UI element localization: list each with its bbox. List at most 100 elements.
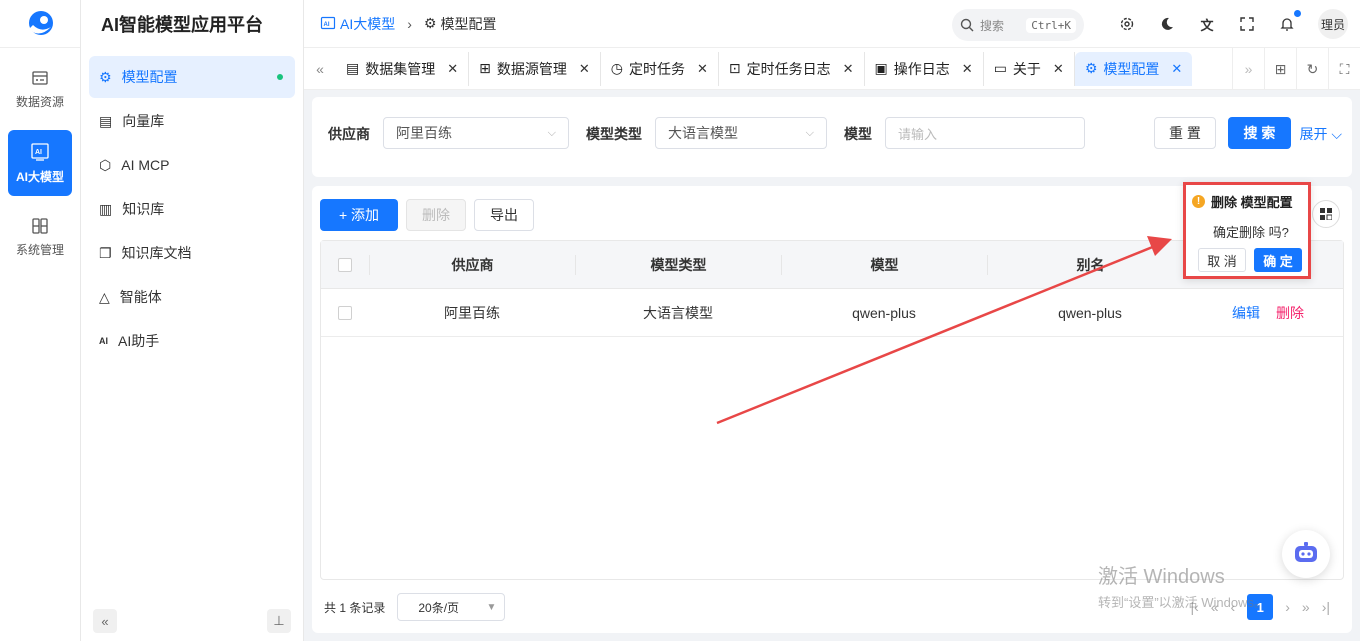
reset-button[interactable]: 重 置 <box>1154 117 1216 149</box>
notification-badge <box>1294 10 1301 17</box>
sidebar-item-label: 向量库 <box>122 113 165 129</box>
close-icon[interactable]: ✕ <box>962 61 973 77</box>
tab-scheduled-task[interactable]: ◷ 定时任务 ✕ <box>601 51 719 86</box>
sidebar-item-assistant[interactable]: AI AI助手 <box>89 320 295 362</box>
last-page-icon[interactable]: ›| <box>1322 599 1330 615</box>
popover-message: 确定删除 吗? <box>1213 225 1289 240</box>
search-button[interactable]: 搜 索 <box>1228 117 1291 149</box>
close-icon[interactable]: ✕ <box>447 61 458 77</box>
log-icon: ⊡ <box>728 60 741 76</box>
cell-alias: qwen-plus <box>1058 304 1122 321</box>
tab-datasource[interactable]: ⊞ 数据源管理 ✕ <box>469 51 601 86</box>
rail-label: 系统管理 <box>15 242 64 257</box>
model-type-select[interactable]: 大语言模型 ⌵ <box>655 117 827 149</box>
provider-select[interactable]: 阿里百练 ⌵ <box>383 117 569 149</box>
delete-confirm-popover: ! 删除 模型配置 确定删除 吗? 取 消 确 定 <box>1183 182 1311 279</box>
column-header: 模型 <box>781 254 987 275</box>
fullscreen-icon[interactable] <box>1238 15 1256 33</box>
tab-scroll-right-button[interactable]: » <box>1232 48 1264 90</box>
sidebar-item-knowledge-docs[interactable]: ❐ 知识库文档 <box>89 232 295 274</box>
column-header: 别名 <box>987 254 1193 275</box>
search-input[interactable]: 搜索 Ctrl+K <box>952 9 1084 41</box>
cancel-button[interactable]: 取 消 <box>1198 248 1246 272</box>
close-icon[interactable]: ✕ <box>579 61 590 77</box>
table-row: 阿里百练 大语言模型 qwen-plus qwen-plus 编辑 删除 <box>321 289 1343 337</box>
knowledge-icon: ▥ <box>99 200 113 217</box>
provider-label: 供应商 <box>328 126 370 142</box>
breadcrumb: AI AI大模型 › ⚙ 模型配置 <box>304 14 496 34</box>
model-input[interactable]: 请输入 <box>885 117 1085 149</box>
assistant-float-button[interactable] <box>1282 530 1330 578</box>
row-checkbox[interactable] <box>338 305 352 320</box>
file-icon: ▣ <box>874 60 888 76</box>
notification-icon[interactable] <box>1278 10 1301 33</box>
sidebar-item-vector[interactable]: ▤ 向量库 <box>89 100 295 142</box>
close-icon[interactable]: ✕ <box>843 61 854 77</box>
confirm-button[interactable]: 确 定 <box>1254 248 1302 272</box>
dark-mode-icon[interactable] <box>1158 15 1176 33</box>
sidebar-item-model-config[interactable]: ⚙ 模型配置 <box>89 56 295 98</box>
collapse-sidebar-button[interactable]: « <box>93 609 117 633</box>
delete-link[interactable]: 删除 <box>1276 303 1304 323</box>
monitor-icon: ▭ <box>993 60 1007 76</box>
sidebar-item-mcp[interactable]: ⬡ AI MCP <box>89 144 295 186</box>
close-icon[interactable]: ✕ <box>697 61 708 77</box>
tab-about[interactable]: ▭ 关于 ✕ <box>984 51 1075 86</box>
close-icon[interactable]: ✕ <box>1053 61 1064 77</box>
tab-scroll-left-button[interactable]: « <box>304 61 336 77</box>
sidebar-item-knowledge[interactable]: ▥ 知识库 <box>89 188 295 230</box>
model-type-label: 模型类型 <box>586 126 642 142</box>
sidebar-item-label: 模型配置 <box>121 69 178 85</box>
rail-item-ai-model[interactable]: AI AI大模型 <box>8 130 72 196</box>
tab-model-config[interactable]: ⚙ 模型配置 ✕ <box>1074 51 1193 86</box>
assistant-icon: AI <box>99 336 108 346</box>
top-header: AI AI大模型 › ⚙ 模型配置 搜索 Ctrl+K 文 理员 <box>304 0 1360 48</box>
ai-icon: AI <box>31 142 49 161</box>
rail-label: AI大模型 <box>15 169 64 184</box>
rail-item-system[interactable]: 系统管理 <box>8 204 72 270</box>
add-button[interactable]: + 添加 <box>320 199 398 231</box>
select-all-checkbox[interactable] <box>338 257 352 272</box>
settings-icon[interactable] <box>1118 15 1136 33</box>
sidebar: AI智能模型应用平台 ⚙ 模型配置 ▤ 向量库 ⬡ AI MCP ▥ 知识库 ❐… <box>81 0 304 641</box>
maximize-icon[interactable]: ⛶ <box>1328 48 1360 90</box>
dataset-icon: ▤ <box>346 60 360 76</box>
expand-button[interactable]: 展开 ⌵ <box>1299 124 1342 144</box>
column-settings-icon[interactable] <box>1312 200 1340 228</box>
edit-link[interactable]: 编辑 <box>1232 303 1260 323</box>
mcp-icon: ⬡ <box>99 156 112 173</box>
next-page-icon[interactable]: › <box>1285 599 1290 615</box>
datasource-icon: ⊞ <box>479 60 491 76</box>
total-count: 共 1 条记录 <box>324 600 386 615</box>
ai-icon: AI <box>320 16 336 29</box>
breadcrumb-current: ⚙ 模型配置 <box>423 15 497 32</box>
robot-icon <box>1295 542 1317 562</box>
app-logo <box>0 0 80 48</box>
bulk-delete-button[interactable]: 删除 <box>406 199 466 231</box>
close-icon[interactable]: ✕ <box>1171 61 1182 77</box>
shortcut-hint: Ctrl+K <box>1026 17 1076 33</box>
filter-panel: 供应商 阿里百练 ⌵ 模型类型 大语言模型 ⌵ 模型 请输入 重 置 搜 索 展开 … <box>312 97 1352 177</box>
export-button[interactable]: 导出 <box>474 199 534 231</box>
docs-icon: ❐ <box>99 244 112 261</box>
sidebar-item-agent[interactable]: △ 智能体 <box>89 276 295 318</box>
breadcrumb-parent[interactable]: AI AI大模型 <box>320 14 395 34</box>
avatar[interactable]: 理员 <box>1318 9 1348 39</box>
grid-icon[interactable]: ⊞ <box>1264 48 1296 90</box>
vector-icon: ▤ <box>99 112 113 129</box>
tab-dataset[interactable]: ▤ 数据集管理 ✕ <box>336 51 470 86</box>
sidebar-item-label: 智能体 <box>119 289 162 305</box>
page-size-select[interactable]: 20条/页 ▼ <box>397 593 506 621</box>
next-group-icon[interactable]: » <box>1302 599 1310 615</box>
column-header: 供应商 <box>369 254 575 275</box>
translate-icon[interactable]: 文 <box>1198 15 1216 33</box>
warning-icon: ! <box>1192 195 1205 208</box>
logo-icon <box>29 10 53 35</box>
cell-model-type: 大语言模型 <box>643 304 713 321</box>
chevron-right-icon: › <box>407 15 412 32</box>
tab-operation-log[interactable]: ▣ 操作日志 ✕ <box>865 51 984 86</box>
refresh-icon[interactable]: ↻ <box>1296 48 1328 90</box>
pin-icon[interactable]: ⊥ <box>267 609 291 633</box>
tab-task-log[interactable]: ⊡ 定时任务日志 ✕ <box>719 51 865 86</box>
rail-item-data-resources[interactable]: 数据资源 <box>8 56 72 122</box>
